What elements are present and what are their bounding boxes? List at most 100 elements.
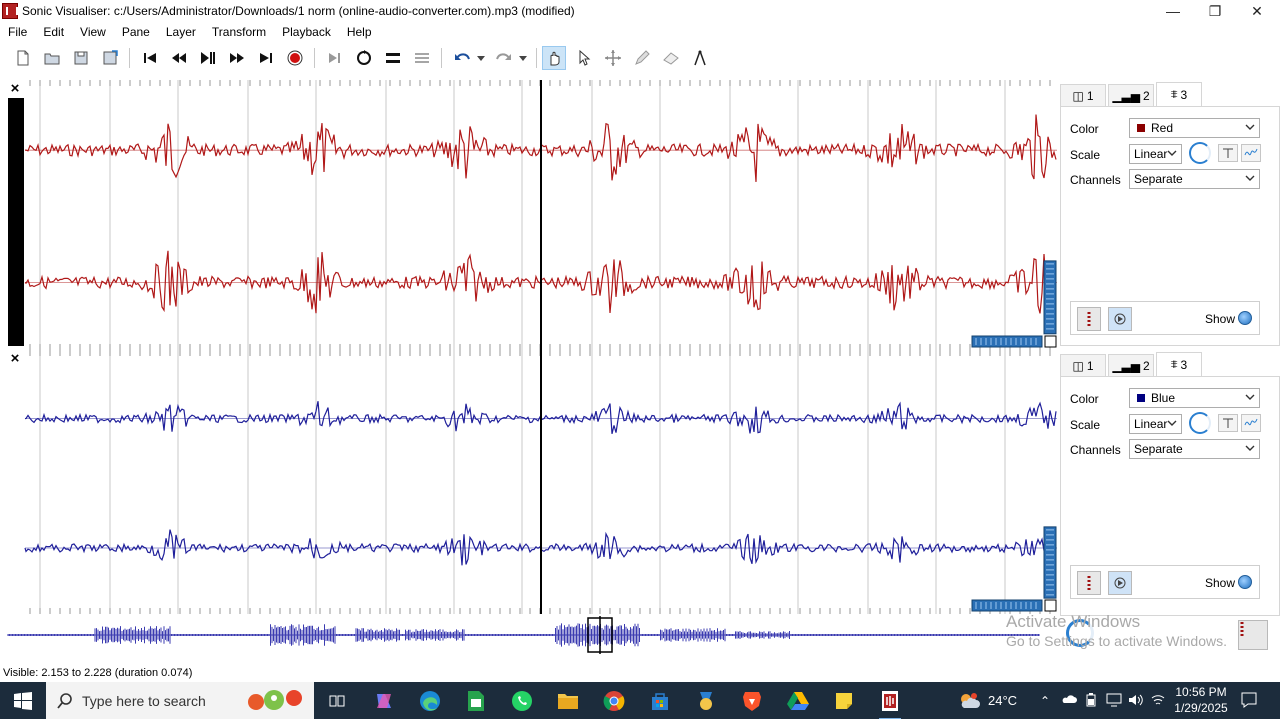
menu-help[interactable]: Help <box>339 25 380 39</box>
notifications-icon[interactable] <box>1240 691 1258 712</box>
title-bar: Sonic Visualiser: c:/Users/Administrator… <box>0 0 1280 22</box>
file-explorer-icon[interactable] <box>553 686 583 716</box>
waveform-red[interactable] <box>0 80 1060 350</box>
task-view-icon[interactable] <box>322 686 352 716</box>
rewind-icon[interactable] <box>167 46 191 70</box>
select-arrow-icon[interactable] <box>572 46 596 70</box>
new-file-icon[interactable] <box>11 46 35 70</box>
tab-layer-2[interactable]: ▁▃▅ 2 <box>1108 354 1154 376</box>
menu-view[interactable]: View <box>72 25 114 39</box>
brave-browser-icon[interactable] <box>737 686 767 716</box>
channels-label: Channels <box>1070 443 1121 457</box>
scale-select[interactable]: Linear <box>1129 414 1182 434</box>
open-folder-icon[interactable] <box>40 46 64 70</box>
color-label: Color <box>1070 122 1099 136</box>
vertical-zoom-thumb <box>1043 260 1057 335</box>
google-drive-icon[interactable] <box>783 686 813 716</box>
waveform-pane-bottom[interactable]: × <box>0 350 1060 614</box>
menu-transform[interactable]: Transform <box>204 25 274 39</box>
menu-pane[interactable]: Pane <box>114 25 158 39</box>
pane-close-icon[interactable]: × <box>8 81 22 96</box>
solo-icon[interactable] <box>381 46 405 70</box>
tab-layer-1[interactable]: ◫ 1 <box>1060 354 1106 376</box>
weather-widget[interactable]: 24°C <box>958 682 1017 719</box>
chrome-icon[interactable] <box>599 686 629 716</box>
close-button[interactable]: ✕ <box>1236 0 1278 22</box>
visible-range-text: Visible: 2.153 to 2.228 (duration 0.074) <box>3 667 193 679</box>
zoom-reset-box <box>1044 335 1057 348</box>
start-button[interactable] <box>0 682 46 719</box>
store-icon[interactable] <box>645 686 675 716</box>
pane-close-icon[interactable]: × <box>8 351 22 366</box>
skip-end-icon[interactable] <box>254 46 278 70</box>
system-clock[interactable]: 10:56 PM 1/29/2025 <box>1168 684 1234 716</box>
scale-select[interactable]: Linear <box>1129 144 1182 164</box>
fast-forward-icon[interactable] <box>225 46 249 70</box>
play-parameters-icon[interactable] <box>1238 620 1268 650</box>
windows-taskbar: Type here to search 24°C ⌃ 10:56 PM 1/29… <box>0 682 1280 719</box>
rewind-start-icon[interactable] <box>138 46 162 70</box>
erase-icon[interactable] <box>659 46 683 70</box>
undo-dropdown-icon[interactable] <box>474 46 488 70</box>
tab-layer-3[interactable]: ⩨ 3 <box>1156 352 1202 376</box>
sonic-visualiser-taskbar-icon[interactable] <box>875 686 905 719</box>
sheets-icon[interactable] <box>461 686 491 716</box>
battery-icon[interactable] <box>1084 693 1098 710</box>
display-icon[interactable] <box>1106 693 1122 710</box>
color-select[interactable]: Red <box>1129 118 1260 138</box>
menu-layer[interactable]: Layer <box>158 25 204 39</box>
channels-select[interactable]: Separate <box>1129 439 1260 459</box>
gain-dial[interactable] <box>1189 142 1211 164</box>
tab-layer-3[interactable]: ⩨ 3 <box>1156 82 1202 106</box>
waveform-blue[interactable] <box>0 350 1060 614</box>
waveform-pane-top[interactable]: × <box>0 80 1060 350</box>
align-icon[interactable] <box>410 46 434 70</box>
loop-icon[interactable] <box>352 46 376 70</box>
play-pause-icon[interactable] <box>196 46 220 70</box>
sticky-notes-icon[interactable] <box>829 686 859 716</box>
onedrive-cloud-icon[interactable] <box>1061 692 1077 707</box>
navigate-hand-icon[interactable] <box>542 46 566 70</box>
edge-browser-icon[interactable] <box>415 686 445 716</box>
waveform-mode-icon[interactable] <box>1241 144 1261 162</box>
channels-label: Channels <box>1070 173 1121 187</box>
color-select[interactable]: Blue <box>1129 388 1260 408</box>
redo-dropdown-icon[interactable] <box>516 46 530 70</box>
copilot-icon[interactable] <box>369 686 399 716</box>
channels-select[interactable]: Separate <box>1129 169 1260 189</box>
chevron-up-icon[interactable]: ⌃ <box>1040 694 1050 708</box>
redo-icon[interactable] <box>492 46 516 70</box>
tab-layer-2[interactable]: ▁▃▅ 2 <box>1108 84 1154 106</box>
normalize-icon[interactable] <box>1218 144 1238 162</box>
menu-edit[interactable]: Edit <box>35 25 72 39</box>
play-parameters-icon[interactable] <box>1077 307 1101 331</box>
save-icon[interactable] <box>69 46 93 70</box>
play-selection-icon[interactable] <box>323 46 347 70</box>
show-toggle[interactable] <box>1238 311 1252 325</box>
tab-layer-1[interactable]: ◫ 1 <box>1060 84 1106 106</box>
save-as-icon[interactable] <box>98 46 122 70</box>
normalize-icon[interactable] <box>1218 414 1238 432</box>
gain-dial[interactable] <box>1189 412 1211 434</box>
taskbar-search[interactable]: Type here to search <box>46 682 314 719</box>
draw-pencil-icon[interactable] <box>630 46 654 70</box>
move-icon[interactable] <box>601 46 625 70</box>
app-icon <box>2 3 18 19</box>
wifi-icon[interactable] <box>1151 693 1165 710</box>
record-icon[interactable] <box>283 46 307 70</box>
menu-file[interactable]: File <box>0 25 35 39</box>
volume-icon[interactable] <box>1128 693 1144 710</box>
play-parameters-icon[interactable] <box>1077 571 1101 595</box>
restore-button[interactable]: ❐ <box>1194 0 1236 22</box>
show-toggle[interactable] <box>1238 575 1252 589</box>
minimize-button[interactable]: — <box>1152 0 1194 22</box>
playback-icon[interactable] <box>1108 571 1132 595</box>
medal-app-icon[interactable] <box>691 686 721 716</box>
measure-icon[interactable] <box>688 46 712 70</box>
layer-properties-top: ◫ 1 ▁▃▅ 2 ⩨ 3 Color Red Scale Linear Channe… <box>1060 82 1280 346</box>
waveform-mode-icon[interactable] <box>1241 414 1261 432</box>
whatsapp-icon[interactable] <box>507 686 537 716</box>
undo-icon[interactable] <box>450 46 474 70</box>
playback-icon[interactable] <box>1108 307 1132 331</box>
menu-playback[interactable]: Playback <box>274 25 339 39</box>
